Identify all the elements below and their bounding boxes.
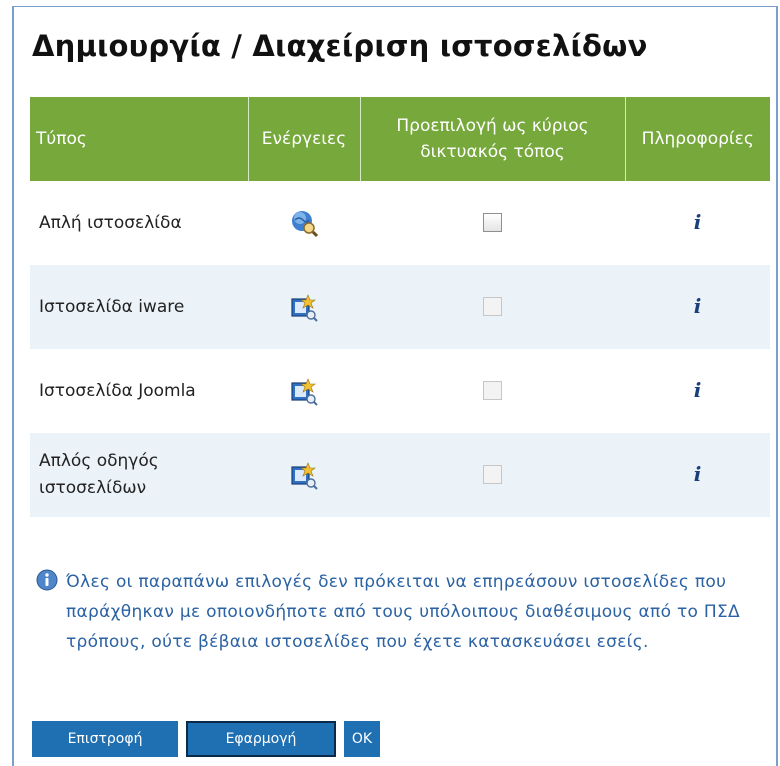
- header-type: Τύπος: [30, 97, 249, 181]
- default-site-checkbox: [483, 465, 502, 484]
- info-i-icon[interactable]: i: [694, 294, 702, 318]
- dialog-panel: Δημιουργία / Διαχείριση ιστοσελίδων Τύπο…: [12, 6, 778, 766]
- row-default-cell: [360, 349, 625, 433]
- back-button[interactable]: Επιστροφή: [32, 721, 178, 757]
- page-title: Δημιουργία / Διαχείριση ιστοσελίδων: [32, 29, 648, 63]
- row-info-cell: i: [625, 433, 770, 517]
- row-default-cell: [360, 181, 625, 265]
- row-default-cell: [360, 265, 625, 349]
- ok-button[interactable]: OK: [344, 721, 380, 757]
- site-types-table: Τύπος Ενέργειες Προεπιλογή ως κύριος δικ…: [30, 97, 770, 517]
- header-default: Προεπιλογή ως κύριος δικτυακός τόπος: [360, 97, 626, 181]
- table-row: Ιστοσελίδα Joomla i: [30, 349, 770, 433]
- info-i-icon[interactable]: i: [694, 210, 702, 234]
- default-site-checkbox: [483, 381, 502, 400]
- row-action-cell: [248, 181, 360, 265]
- row-type-label: Απλός οδηγός ιστοσελίδων: [30, 433, 248, 517]
- header-info: Πληροφορίες: [625, 97, 770, 181]
- row-type-label: Ιστοσελίδα Joomla: [39, 380, 196, 401]
- folder-wizard-icon[interactable]: [289, 376, 319, 406]
- table-row: Ιστοσελίδα iware i: [30, 265, 770, 349]
- folder-wizard-icon[interactable]: [289, 292, 319, 322]
- folder-wizard-icon[interactable]: [289, 460, 319, 490]
- info-i-icon[interactable]: i: [694, 378, 702, 402]
- globe-search-icon[interactable]: [289, 208, 319, 238]
- info-circle-icon: [36, 569, 58, 591]
- row-info-cell: i: [625, 349, 770, 433]
- default-site-checkbox[interactable]: [483, 213, 502, 232]
- row-action-cell: [248, 433, 360, 517]
- info-i-icon[interactable]: i: [694, 462, 702, 486]
- row-default-cell: [360, 433, 625, 517]
- header-actions: Ενέργειες: [248, 97, 361, 181]
- row-info-cell: i: [625, 265, 770, 349]
- info-note-text: Όλες οι παραπάνω επιλογές δεν πρόκειται …: [66, 572, 740, 652]
- row-action-cell: [248, 349, 360, 433]
- row-info-cell: i: [625, 181, 770, 265]
- default-site-checkbox: [483, 297, 502, 316]
- row-action-cell: [248, 265, 360, 349]
- row-type-label: Ιστοσελίδα iware: [30, 265, 248, 349]
- table-row: Απλός οδηγός ιστοσελίδων i: [30, 433, 770, 517]
- table-header-row: Τύπος Ενέργειες Προεπιλογή ως κύριος δικ…: [30, 97, 770, 181]
- table-row: Απλή ιστοσελίδα i: [30, 181, 770, 265]
- row-type-label: Απλή ιστοσελίδα: [39, 212, 182, 233]
- apply-button[interactable]: Εφαρμογή: [186, 721, 336, 757]
